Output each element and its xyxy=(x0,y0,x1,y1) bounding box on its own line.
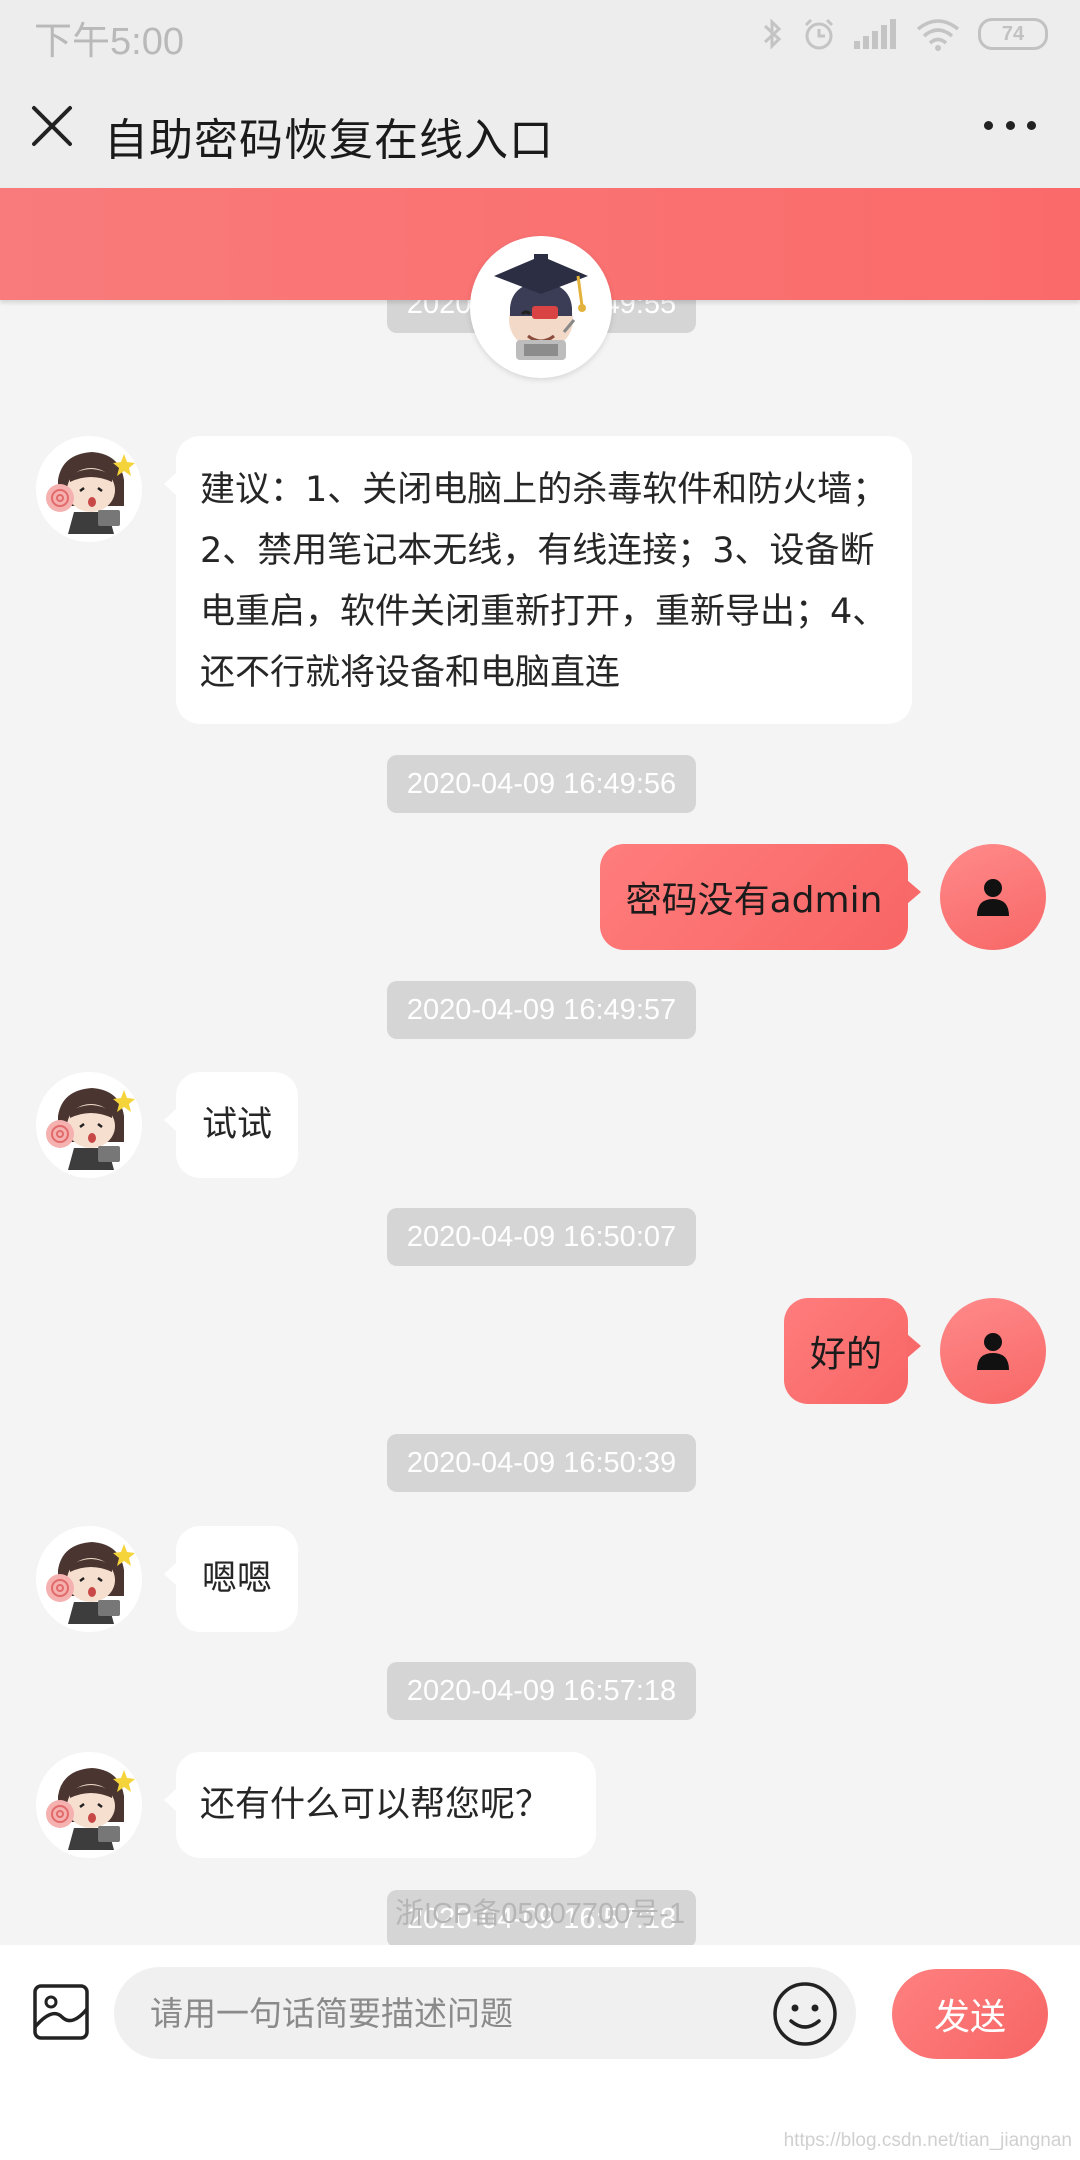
message-input[interactable] xyxy=(150,1967,750,2059)
more-options-button[interactable] xyxy=(984,110,1036,140)
close-icon[interactable] xyxy=(30,104,74,148)
user-avatar xyxy=(940,844,1046,950)
message-timestamp: 2020-04-09 16:50:07 xyxy=(387,1208,696,1266)
page-title: 自助密码恢复在线入口 xyxy=(104,115,554,166)
status-time: 下午5:00 xyxy=(34,21,184,63)
emoji-icon[interactable] xyxy=(772,1981,838,2047)
bot-message-bubble: 试试 xyxy=(164,1072,298,1178)
icp-record-text: 浙ICP备05007700号-1 xyxy=(394,1898,686,1930)
more-dot xyxy=(1005,120,1015,130)
bot-avatar xyxy=(36,1072,142,1178)
bot-message-bubble: 还有什么可以帮您呢？ xyxy=(164,1752,596,1858)
image-upload-icon[interactable] xyxy=(32,1983,90,2041)
message-timestamp: 2020-04-09 16:49:56 xyxy=(387,755,696,813)
message-input-container xyxy=(114,1967,856,2059)
wifi-icon xyxy=(916,19,960,51)
more-dot xyxy=(984,120,993,130)
battery-indicator: 74 xyxy=(978,18,1048,50)
user-icon xyxy=(977,879,1009,916)
status-bar: 下午5:00 74 xyxy=(0,0,1080,70)
send-button[interactable]: 发送 xyxy=(892,1969,1048,2059)
bot-avatar xyxy=(36,436,142,542)
bot-avatar xyxy=(36,1752,142,1858)
graduate-robot-icon xyxy=(494,254,588,360)
user-message-bubble: 密码没有admin xyxy=(600,844,921,950)
bot-avatar-icon xyxy=(36,436,142,542)
bot-header-avatar xyxy=(470,236,612,378)
message-timestamp: 2020-04-09 16:57:18 xyxy=(387,1662,696,1720)
user-message-bubble: 好的 xyxy=(784,1298,921,1404)
signal-icon xyxy=(854,19,896,49)
user-icon xyxy=(977,1333,1009,1370)
alarm-icon xyxy=(804,18,834,50)
user-avatar xyxy=(940,1298,1046,1404)
status-icons: 74 xyxy=(762,14,1048,54)
watermark-text: https://blog.csdn.net/tian_jiangnan xyxy=(783,2130,1072,2151)
chat-area[interactable]: 2020-04-09 16:49:55 建议：1、关闭电脑上的杀毒软件和防火墙；… xyxy=(0,300,1080,1945)
bluetooth-icon xyxy=(763,18,782,50)
bot-message-bubble: 建议：1、关闭电脑上的杀毒软件和防火墙；2、禁用笔记本无线，有线连接；3、设备断… xyxy=(164,436,912,724)
bot-avatar-icon xyxy=(36,1526,142,1632)
battery-level: 74 xyxy=(1001,22,1025,45)
message-timestamp: 2020-04-09 16:49:57 xyxy=(387,981,696,1039)
message-timestamp: 2020-04-09 16:50:39 xyxy=(387,1434,696,1492)
bot-avatar-icon xyxy=(36,1072,142,1178)
more-dot xyxy=(1027,120,1036,130)
bot-avatar-icon xyxy=(36,1752,142,1858)
bot-avatar xyxy=(36,1526,142,1632)
title-bar: 自助密码恢复在线入口 xyxy=(0,70,1080,188)
input-bar: 发送 xyxy=(0,1945,1080,2160)
bot-message-bubble: 嗯嗯 xyxy=(164,1526,298,1632)
